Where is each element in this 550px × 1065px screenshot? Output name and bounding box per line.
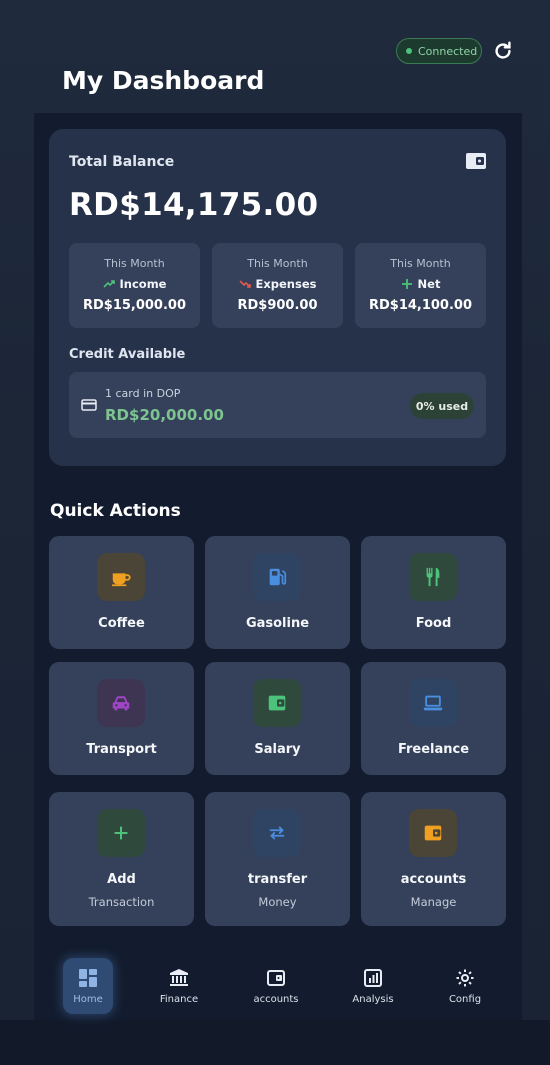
tile-sublabel: Money bbox=[258, 895, 297, 909]
net-stat: This Month Net RD$14,100.00 bbox=[355, 243, 486, 328]
tile-label: Salary bbox=[254, 742, 301, 757]
credit-card-summary[interactable]: 1 card in DOP RD$20,000.00 0% used bbox=[69, 372, 486, 438]
credit-used-badge: 0% used bbox=[410, 393, 474, 419]
tile-label: accounts bbox=[400, 872, 467, 887]
stat-value: RD$900.00 bbox=[237, 298, 318, 313]
chart-icon bbox=[364, 969, 382, 987]
grid-icon bbox=[79, 969, 97, 987]
refresh-icon[interactable] bbox=[492, 40, 514, 62]
stat-kind-label: Income bbox=[119, 277, 167, 291]
total-balance-amount: RD$14,175.00 bbox=[69, 187, 319, 223]
trending-down-icon bbox=[238, 280, 251, 288]
stat-period: This Month bbox=[247, 257, 308, 270]
nav-item-accounts[interactable]: accounts bbox=[239, 958, 313, 1014]
quick-action-freelance[interactable]: Freelance bbox=[361, 662, 506, 775]
tile-label: transfer bbox=[247, 872, 308, 887]
transfer-icon bbox=[253, 809, 301, 857]
nav-item-analysis[interactable]: Analysis bbox=[336, 958, 410, 1014]
tile-label: Food bbox=[415, 616, 452, 631]
quick-action-manage-accounts[interactable]: accounts Manage bbox=[361, 792, 506, 926]
stat-value: RD$15,000.00 bbox=[82, 298, 187, 313]
quick-action-food[interactable]: Food bbox=[361, 536, 506, 649]
tile-label: Add bbox=[107, 872, 136, 887]
wallet-icon bbox=[409, 809, 457, 857]
total-balance-label: Total Balance bbox=[69, 154, 175, 170]
bank-icon bbox=[170, 969, 188, 986]
utensils-icon bbox=[409, 553, 457, 601]
gear-icon bbox=[456, 969, 474, 987]
credit-amount: RD$20,000.00 bbox=[105, 406, 224, 424]
tile-label: Coffee bbox=[98, 616, 145, 631]
stat-value: RD$14,100.00 bbox=[368, 298, 473, 313]
coffee-icon bbox=[97, 553, 145, 601]
quick-action-transport[interactable]: Transport bbox=[49, 662, 194, 775]
tile-label: Freelance bbox=[397, 742, 470, 757]
nav-item-config[interactable]: Config bbox=[428, 958, 502, 1014]
quick-action-coffee[interactable]: Coffee bbox=[49, 536, 194, 649]
stat-kind-label: Net bbox=[417, 277, 441, 291]
stat-period: This Month bbox=[104, 257, 165, 270]
stat-period: This Month bbox=[390, 257, 451, 270]
tile-sublabel: Transaction bbox=[88, 895, 155, 909]
stat-kind: Income bbox=[69, 277, 200, 291]
nav-label: Home bbox=[73, 994, 103, 1005]
stat-kind-label: Expenses bbox=[255, 277, 317, 291]
quick-action-add-transaction[interactable]: Add Transaction bbox=[49, 792, 194, 926]
tile-label: Gasoline bbox=[245, 616, 310, 631]
wallet-icon bbox=[267, 970, 285, 986]
income-stat: This Month Income RD$15,000.00 bbox=[69, 243, 200, 328]
plus-icon bbox=[97, 809, 145, 857]
tile-sublabel: Manage bbox=[410, 895, 457, 909]
wallet-icon[interactable] bbox=[465, 151, 487, 171]
status-dot bbox=[406, 48, 412, 54]
bottom-strip bbox=[0, 1020, 550, 1065]
connection-status-badge: Connected bbox=[396, 38, 482, 64]
expenses-stat: This Month Expenses RD$900.00 bbox=[212, 243, 343, 328]
quick-action-gasoline[interactable]: Gasoline bbox=[205, 536, 350, 649]
wallet-icon bbox=[253, 679, 301, 727]
car-icon bbox=[97, 679, 145, 727]
stat-kind: Expenses bbox=[212, 277, 343, 291]
plus-icon bbox=[401, 279, 412, 289]
gas-pump-icon bbox=[253, 553, 301, 601]
bottom-navigation: Home Finance accounts Analysis Config bbox=[34, 950, 522, 1020]
quick-action-transfer-money[interactable]: transfer Money bbox=[205, 792, 350, 926]
nav-label: Finance bbox=[159, 994, 199, 1005]
quick-actions-title: Quick Actions bbox=[50, 501, 181, 521]
nav-item-finance[interactable]: Finance bbox=[142, 958, 216, 1014]
quick-action-salary[interactable]: Salary bbox=[205, 662, 350, 775]
page-title: My Dashboard bbox=[62, 66, 265, 95]
nav-label: accounts bbox=[253, 994, 299, 1005]
credit-card-icon bbox=[81, 399, 97, 411]
status-text: Connected bbox=[418, 44, 478, 58]
tile-label: Transport bbox=[86, 742, 157, 757]
stat-kind: Net bbox=[355, 277, 486, 291]
nav-item-home[interactable]: Home bbox=[63, 958, 113, 1014]
credit-card-count: 1 card in DOP bbox=[105, 387, 181, 400]
nav-label: Config bbox=[448, 994, 482, 1005]
balance-card: Total Balance RD$14,175.00 This Month In… bbox=[49, 129, 506, 466]
nav-label: Analysis bbox=[352, 994, 394, 1005]
credit-available-label: Credit Available bbox=[69, 347, 186, 362]
laptop-icon bbox=[409, 679, 457, 727]
trending-up-icon bbox=[102, 280, 115, 288]
